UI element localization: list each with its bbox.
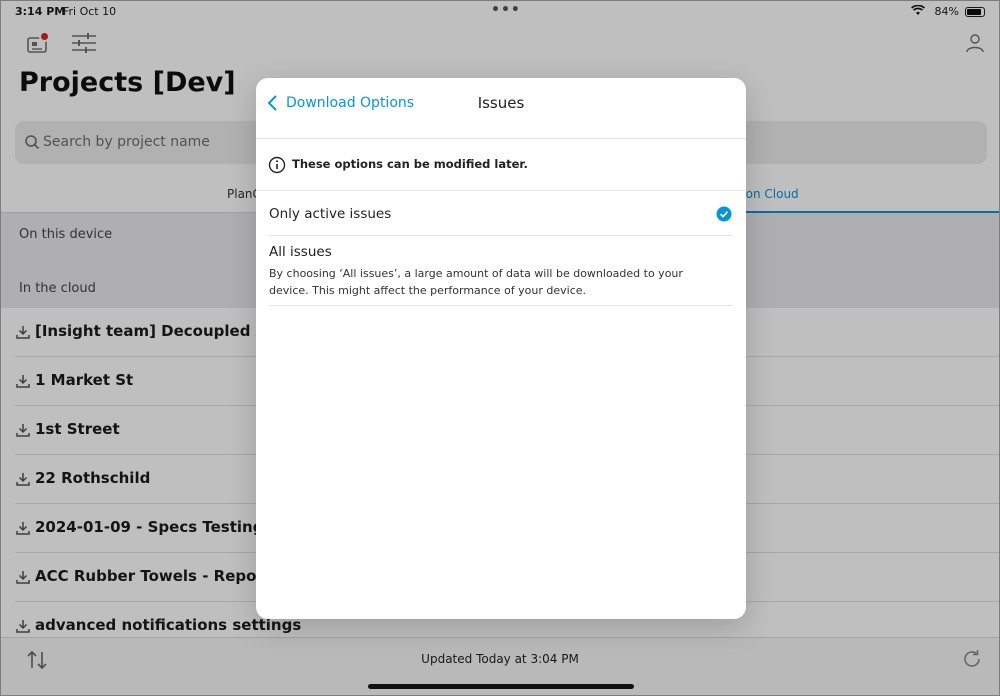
option-only-active-issues[interactable]: Only active issues — [269, 191, 733, 236]
option-description: By choosing ‘All issues’, a large amount… — [269, 267, 683, 297]
issues-download-modal: Download Options Issues These options ca… — [256, 78, 746, 619]
option-label: All issues — [269, 244, 332, 260]
app-frame: 3:14 PM Fri Oct 10 ••• 84% Projects [Dev… — [0, 0, 1000, 696]
option-label: Only active issues — [269, 206, 392, 222]
checkmark-icon — [716, 206, 732, 222]
modal-title: Issues — [477, 94, 525, 112]
info-icon — [268, 156, 286, 174]
option-all-issues[interactable]: All issues By choosing ‘All issues’, a l… — [269, 236, 733, 306]
info-notice: These options can be modified later. — [256, 139, 746, 191]
info-text: These options can be modified later. — [292, 157, 528, 171]
modal-header: Download Options Issues — [256, 78, 746, 139]
home-indicator[interactable] — [368, 684, 634, 689]
